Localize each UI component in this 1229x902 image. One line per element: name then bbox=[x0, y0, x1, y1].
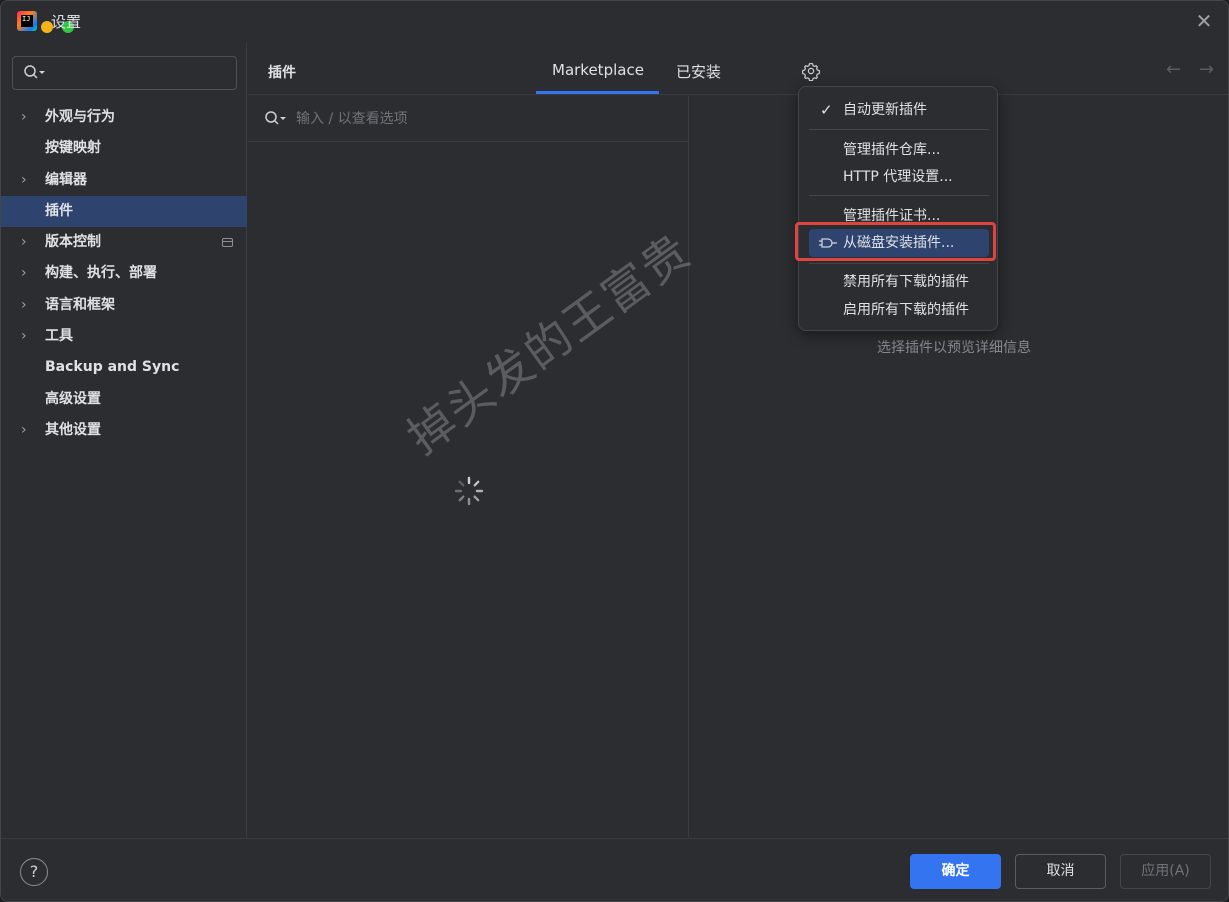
settings-sidebar: › 外观与行为 按键映射 › 编辑器 插件 › 版本控制 › 构建、执行、部署 bbox=[1, 42, 247, 838]
menu-item-label: HTTP 代理设置... bbox=[843, 169, 953, 185]
chevron-right-icon: › bbox=[21, 296, 27, 313]
menu-item-label: 管理插件仓库... bbox=[843, 142, 941, 158]
sidebar-item-version-control[interactable]: › 版本控制 bbox=[1, 227, 247, 258]
menu-item-auto-update[interactable]: ✓ 自动更新插件 bbox=[809, 96, 989, 124]
sidebar-item-build[interactable]: › 构建、执行、部署 bbox=[1, 258, 247, 289]
sidebar-item-label: 编辑器 bbox=[45, 171, 87, 188]
dialog-footer: ? 确定 取消 应用(A) bbox=[1, 838, 1228, 901]
help-button[interactable]: ? bbox=[20, 858, 48, 886]
menu-item-enable-downloaded[interactable]: 启用所有下载的插件 bbox=[809, 296, 989, 324]
highlight-annotation-box bbox=[795, 222, 996, 261]
plugin-list-panel bbox=[248, 96, 689, 838]
sidebar-item-label: 高级设置 bbox=[45, 390, 101, 407]
sidebar-item-label: Backup and Sync bbox=[45, 359, 180, 376]
menu-divider bbox=[809, 263, 989, 264]
settings-nav-list: › 外观与行为 按键映射 › 编辑器 插件 › 版本控制 › 构建、执行、部署 bbox=[1, 102, 247, 446]
plugins-header: 插件 Marketplace 已安装 ← → bbox=[248, 42, 1228, 95]
app-logo-icon: IJ bbox=[17, 11, 37, 31]
sidebar-item-appearance[interactable]: › 外观与行为 bbox=[1, 102, 247, 133]
window-icon bbox=[222, 238, 233, 248]
plugins-settings-menu: ✓ 自动更新插件 管理插件仓库... HTTP 代理设置... 管理插件证书..… bbox=[798, 86, 998, 331]
chevron-right-icon: › bbox=[21, 328, 27, 345]
check-icon: ✓ bbox=[820, 101, 833, 119]
menu-item-label: 禁用所有下载的插件 bbox=[843, 274, 969, 290]
sidebar-item-label: 构建、执行、部署 bbox=[45, 265, 157, 282]
menu-divider bbox=[809, 195, 989, 196]
sidebar-item-label: 按键映射 bbox=[45, 140, 101, 157]
loading-spinner-icon bbox=[454, 476, 484, 506]
sidebar-item-label: 语言和框架 bbox=[45, 296, 115, 313]
sidebar-item-backup-sync[interactable]: Backup and Sync bbox=[1, 352, 247, 383]
forward-arrow-icon[interactable]: → bbox=[1199, 59, 1214, 80]
sidebar-item-label: 版本控制 bbox=[45, 234, 101, 251]
sidebar-item-other[interactable]: › 其他设置 bbox=[1, 415, 247, 446]
apply-button[interactable]: 应用(A) bbox=[1120, 854, 1211, 889]
settings-window: IJ 设置 ✕ › 外观与行为 按键映射 › 编辑器 插件 › 版本控制 › 构… bbox=[0, 0, 1229, 902]
menu-item-manage-repositories[interactable]: 管理插件仓库... bbox=[809, 136, 989, 164]
sidebar-search-input[interactable] bbox=[12, 56, 237, 90]
close-icon[interactable]: ✕ bbox=[1194, 11, 1214, 31]
gear-icon[interactable] bbox=[801, 61, 821, 81]
active-tab-indicator bbox=[536, 91, 659, 94]
sidebar-item-label: 外观与行为 bbox=[45, 109, 115, 125]
chevron-right-icon: › bbox=[21, 265, 27, 282]
tab-installed[interactable]: 已安装 bbox=[676, 61, 721, 82]
menu-item-disable-downloaded[interactable]: 禁用所有下载的插件 bbox=[809, 268, 989, 296]
empty-state-text: 选择插件以预览详细信息 bbox=[877, 340, 1031, 356]
chevron-right-icon: › bbox=[21, 421, 27, 438]
menu-item-label: 启用所有下载的插件 bbox=[843, 302, 969, 318]
chevron-right-icon: › bbox=[21, 171, 27, 188]
sidebar-item-languages[interactable]: › 语言和框架 bbox=[1, 290, 247, 321]
menu-item-http-proxy[interactable]: HTTP 代理设置... bbox=[809, 163, 989, 191]
sidebar-item-tools[interactable]: › 工具 bbox=[1, 321, 247, 352]
back-arrow-icon[interactable]: ← bbox=[1166, 59, 1181, 80]
chevron-right-icon: › bbox=[21, 234, 27, 251]
chevron-right-icon: › bbox=[21, 109, 27, 125]
plugin-search-input[interactable] bbox=[296, 108, 666, 130]
menu-divider bbox=[809, 129, 989, 130]
sidebar-item-label: 工具 bbox=[45, 328, 73, 345]
sidebar-item-advanced[interactable]: 高级设置 bbox=[1, 384, 247, 415]
menu-item-label: 自动更新插件 bbox=[843, 102, 927, 118]
plugin-search-bar bbox=[248, 96, 689, 142]
page-title: 插件 bbox=[268, 65, 296, 81]
tab-marketplace[interactable]: Marketplace bbox=[552, 61, 644, 79]
sidebar-item-plugins[interactable]: 插件 bbox=[1, 195, 247, 228]
search-icon bbox=[24, 65, 45, 79]
search-icon bbox=[265, 111, 286, 125]
sidebar-item-editor[interactable]: › 编辑器 bbox=[1, 165, 247, 196]
ok-button[interactable]: 确定 bbox=[910, 854, 1001, 889]
window-title: 设置 bbox=[51, 13, 82, 31]
cancel-button[interactable]: 取消 bbox=[1015, 854, 1106, 889]
title-bar: IJ 设置 ✕ bbox=[1, 1, 1228, 42]
sidebar-item-label: 插件 bbox=[45, 202, 73, 219]
sidebar-item-label: 其他设置 bbox=[45, 421, 101, 438]
sidebar-item-keymap[interactable]: 按键映射 bbox=[1, 133, 247, 164]
